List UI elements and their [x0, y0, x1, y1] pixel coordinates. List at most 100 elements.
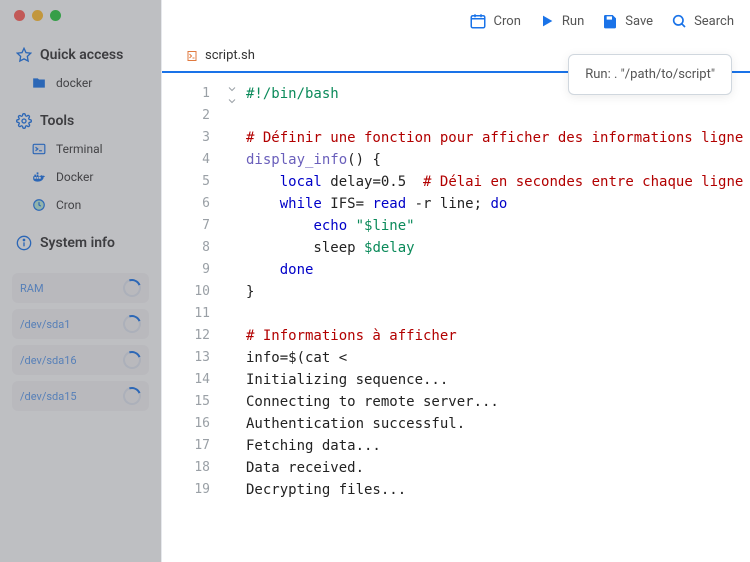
system-info-title: System info — [40, 235, 115, 251]
maximize-window-button[interactable] — [50, 10, 61, 21]
code-line[interactable] — [246, 303, 750, 325]
line-number-gutter: 12345678910111213141516171819 — [162, 83, 218, 562]
sidebar-item-label: Cron — [56, 198, 81, 212]
tools-title: Tools — [40, 113, 74, 129]
code-line[interactable]: Initializing sequence... — [246, 369, 750, 391]
toolbar-label: Save — [625, 14, 653, 29]
main-panel: Cron Run Save Search script.sh 123456789… — [162, 0, 750, 562]
close-window-button[interactable] — [14, 10, 25, 21]
code-content[interactable]: #!/bin/bash# Définir une fonction pour a… — [246, 83, 750, 562]
sidebar-item-docker[interactable]: Docker — [0, 163, 161, 191]
sidebar-item-label: docker — [56, 76, 92, 90]
tools-icon — [16, 113, 32, 129]
chevron-down-icon — [226, 83, 238, 95]
docker-icon — [32, 170, 46, 184]
metric-sda1[interactable]: /dev/sda1 — [12, 309, 149, 339]
fold-toggle[interactable] — [218, 83, 246, 95]
search-button[interactable]: Search — [671, 13, 734, 29]
sidebar-item-label: Docker — [56, 170, 93, 184]
donut-icon — [120, 384, 144, 408]
donut-icon — [120, 348, 144, 372]
system-info-metrics: RAM /dev/sda1 /dev/sda16 /dev/sda15 — [0, 257, 161, 411]
line-number: 12 — [162, 325, 210, 347]
clock-icon — [32, 198, 46, 212]
code-line[interactable]: sleep $delay — [246, 237, 750, 259]
play-icon — [539, 13, 555, 29]
line-number: 2 — [162, 105, 210, 127]
line-number: 5 — [162, 171, 210, 193]
run-tooltip: Run: . "/path/to/script" — [568, 54, 732, 95]
code-line[interactable]: local delay=0.5 # Délai en secondes entr… — [246, 171, 750, 193]
code-line[interactable]: # Informations à afficher — [246, 325, 750, 347]
code-line[interactable]: Authentication successful. — [246, 413, 750, 435]
code-line[interactable]: echo "$line" — [246, 215, 750, 237]
chevron-down-icon — [226, 95, 238, 107]
folder-icon — [32, 76, 46, 90]
shell-file-icon — [186, 50, 198, 62]
toolbar: Cron Run Save Search — [162, 0, 750, 36]
search-icon — [671, 13, 687, 29]
tools-header: Tools — [0, 97, 161, 135]
code-line[interactable]: info=$(cat < — [246, 347, 750, 369]
system-info-header: System info — [0, 219, 161, 257]
toolbar-label: Run — [562, 14, 584, 29]
run-button[interactable]: Run — [539, 13, 584, 29]
code-line[interactable]: Connecting to remote server... — [246, 391, 750, 413]
star-icon — [16, 47, 32, 63]
sidebar-item-docker-folder[interactable]: docker — [0, 69, 161, 97]
toolbar-label: Cron — [494, 14, 521, 29]
line-number: 11 — [162, 303, 210, 325]
metric-sda16[interactable]: /dev/sda16 — [12, 345, 149, 375]
line-number: 15 — [162, 391, 210, 413]
line-number: 9 — [162, 259, 210, 281]
code-line[interactable]: # Définir une fonction pour afficher des… — [246, 127, 750, 149]
line-number: 1 — [162, 83, 210, 105]
sidebar-item-cron[interactable]: Cron — [0, 191, 161, 219]
metric-ram[interactable]: RAM — [12, 273, 149, 303]
toolbar-label: Search — [694, 14, 734, 29]
line-number: 7 — [162, 215, 210, 237]
line-number: 10 — [162, 281, 210, 303]
metric-sda15[interactable]: /dev/sda15 — [12, 381, 149, 411]
code-line[interactable]: display_info() { — [246, 149, 750, 171]
line-number: 18 — [162, 457, 210, 479]
fold-toggle[interactable] — [218, 95, 246, 107]
line-number: 19 — [162, 479, 210, 501]
fold-column — [218, 83, 246, 562]
code-line[interactable]: } — [246, 281, 750, 303]
minimize-window-button[interactable] — [32, 10, 43, 21]
code-line[interactable]: while IFS= read -r line; do — [246, 193, 750, 215]
quick-access-header: Quick access — [0, 25, 161, 69]
quick-access-title: Quick access — [40, 47, 123, 63]
window-titlebar — [0, 0, 161, 25]
code-editor[interactable]: 12345678910111213141516171819 #!/bin/bas… — [162, 73, 750, 562]
sidebar-item-terminal[interactable]: Terminal — [0, 135, 161, 163]
sidebar-item-label: Terminal — [56, 142, 103, 156]
donut-icon — [120, 312, 144, 336]
calendar-icon — [469, 12, 487, 30]
tooltip-text: Run: . "/path/to/script" — [585, 67, 715, 82]
code-line[interactable]: Decrypting files... — [246, 479, 750, 501]
metric-label: /dev/sda1 — [20, 318, 70, 331]
sidebar: Quick access docker Tools Terminal Docke… — [0, 0, 162, 562]
terminal-icon — [32, 142, 46, 156]
tab-script-sh[interactable]: script.sh — [174, 40, 267, 71]
metric-label: RAM — [20, 282, 44, 295]
tab-filename: script.sh — [205, 48, 255, 63]
line-number: 13 — [162, 347, 210, 369]
donut-icon — [120, 276, 144, 300]
line-number: 16 — [162, 413, 210, 435]
info-icon — [16, 235, 32, 251]
metric-label: /dev/sda15 — [20, 390, 77, 403]
line-number: 17 — [162, 435, 210, 457]
code-line[interactable]: Fetching data... — [246, 435, 750, 457]
code-line[interactable]: done — [246, 259, 750, 281]
line-number: 6 — [162, 193, 210, 215]
line-number: 3 — [162, 127, 210, 149]
code-line[interactable]: Data received. — [246, 457, 750, 479]
cron-button[interactable]: Cron — [469, 12, 521, 30]
save-button[interactable]: Save — [602, 13, 653, 29]
line-number: 14 — [162, 369, 210, 391]
save-icon — [602, 13, 618, 29]
code-line[interactable] — [246, 105, 750, 127]
